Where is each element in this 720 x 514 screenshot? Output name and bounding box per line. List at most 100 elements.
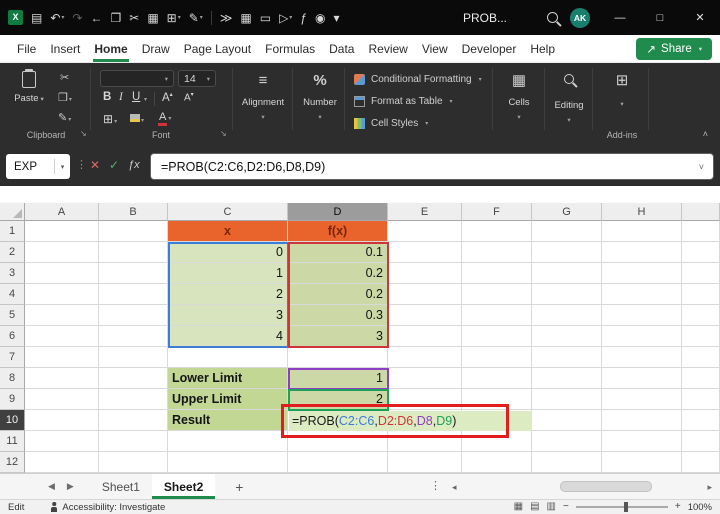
hscroll-left-icon[interactable]: ◂ <box>452 483 457 492</box>
font-name-select[interactable]: ▾ <box>100 70 174 87</box>
cell-H8[interactable] <box>602 368 682 389</box>
hscroll-thumb[interactable] <box>560 481 652 492</box>
row-header-4[interactable]: 4 <box>0 284 25 305</box>
tab-review[interactable]: Review <box>361 35 414 62</box>
zoom-in-button[interactable]: + <box>675 502 681 512</box>
tab-developer[interactable]: Developer <box>455 35 524 62</box>
tab-insert[interactable]: Insert <box>43 35 87 62</box>
cell-G11[interactable] <box>532 431 602 452</box>
cell-C6[interactable]: 4 <box>168 326 288 347</box>
cell-F2[interactable] <box>462 242 532 263</box>
cell-E1[interactable] <box>388 221 462 242</box>
increase-font-button[interactable]: A▴ <box>162 92 173 104</box>
cell-B8[interactable] <box>99 368 168 389</box>
tab-draw[interactable]: Draw <box>135 35 177 62</box>
borders-button[interactable]: ⊞▾ <box>103 113 117 125</box>
cut-button[interactable]: ✂ <box>60 73 69 84</box>
italic-button[interactable]: I <box>119 91 123 104</box>
search-icon[interactable] <box>547 12 558 23</box>
cell-H10[interactable] <box>602 410 682 431</box>
cell-D4[interactable]: 0.2 <box>288 284 388 305</box>
cell-B7[interactable] <box>99 347 168 368</box>
cell-A12[interactable] <box>25 452 99 473</box>
cell-G7[interactable] <box>532 347 602 368</box>
cell-A9[interactable] <box>25 389 99 410</box>
cell-C2[interactable]: 0 <box>168 242 288 263</box>
clipboard-dialog-launcher[interactable]: ↘ <box>80 129 87 138</box>
back-icon[interactable]: ← <box>90 12 102 24</box>
cell-H11[interactable] <box>602 431 682 452</box>
format-painter-button[interactable]: ✎▾ <box>58 113 71 124</box>
cell-B4[interactable] <box>99 284 168 305</box>
decrease-font-button[interactable]: A▾ <box>184 92 194 103</box>
cell-H5[interactable] <box>602 305 682 326</box>
cell-A11[interactable] <box>25 431 99 452</box>
cell-C4[interactable]: 2 <box>168 284 288 305</box>
cell-A6[interactable] <box>25 326 99 347</box>
cell-D5[interactable]: 0.3 <box>288 305 388 326</box>
cell-B10[interactable] <box>99 410 168 431</box>
font-dialog-launcher[interactable]: ↘ <box>220 129 227 138</box>
cell-E6[interactable] <box>388 326 462 347</box>
cell-B2[interactable] <box>99 242 168 263</box>
column-header-C[interactable]: C <box>168 203 288 221</box>
cell-I8[interactable] <box>682 368 720 389</box>
name-box-dropdown-icon[interactable]: ▾ <box>55 163 70 171</box>
cell-I3[interactable] <box>682 263 720 284</box>
copy-icon[interactable]: ❐ <box>110 12 121 24</box>
cell-I2[interactable] <box>682 242 720 263</box>
column-header-F[interactable]: F <box>462 203 532 221</box>
row-header-9[interactable]: 9 <box>0 389 25 410</box>
name-box-resize-handle[interactable]: ⋮ <box>76 160 87 171</box>
cell-G10[interactable] <box>532 410 602 431</box>
cell-D9[interactable]: 2 <box>288 389 388 410</box>
tab-data[interactable]: Data <box>322 35 361 62</box>
record-macro-icon[interactable]: ◉ <box>315 12 325 24</box>
column-header-G[interactable]: G <box>532 203 602 221</box>
cell-G12[interactable] <box>532 452 602 473</box>
cell-H2[interactable] <box>602 242 682 263</box>
share-button[interactable]: ↗ Share ▾ <box>636 37 712 60</box>
function-icon[interactable]: ƒ <box>300 12 307 24</box>
row-header-3[interactable]: 3 <box>0 263 25 284</box>
cell-H3[interactable] <box>602 263 682 284</box>
underline-button[interactable]: U <box>132 91 140 104</box>
cell-G1[interactable] <box>532 221 602 242</box>
column-header-H[interactable]: H <box>602 203 682 221</box>
row-header-1[interactable]: 1 <box>0 221 25 242</box>
cell-H6[interactable] <box>602 326 682 347</box>
undo-icon[interactable]: ↶ ▾ <box>50 12 64 24</box>
zoom-slider-thumb[interactable] <box>623 502 628 512</box>
table-icon[interactable]: ▦ <box>240 12 251 24</box>
tab-formulas[interactable]: Formulas <box>258 35 322 62</box>
insert-function-icon[interactable]: ƒx <box>128 160 140 171</box>
cell-F12[interactable] <box>462 452 532 473</box>
cell-I6[interactable] <box>682 326 720 347</box>
zoom-percentage[interactable]: 100% <box>688 502 712 513</box>
row-header-7[interactable]: 7 <box>0 347 25 368</box>
sheet-nav-right-icon[interactable]: ▶ <box>67 482 74 491</box>
cell-I12[interactable] <box>682 452 720 473</box>
name-box[interactable]: EXP ▾ <box>6 154 70 179</box>
save-icon[interactable]: ▤ <box>31 12 42 24</box>
cells-group-button[interactable]: ▦ Cells ▾ <box>496 71 542 121</box>
row-header-6[interactable]: 6 <box>0 326 25 347</box>
row-header-10[interactable]: 10 <box>0 410 25 431</box>
number-group-button[interactable]: % Number ▾ <box>296 71 344 121</box>
cell-I10[interactable] <box>682 410 720 431</box>
cell-A3[interactable] <box>25 263 99 284</box>
expand-formula-bar-icon[interactable]: ˅ <box>699 162 704 172</box>
conditional-formatting-button[interactable]: Conditional Formatting ▾ <box>354 71 482 87</box>
cell-C11[interactable] <box>168 431 288 452</box>
tab-page-layout[interactable]: Page Layout <box>177 35 258 62</box>
bold-button[interactable]: B <box>103 91 111 104</box>
cell-E4[interactable] <box>388 284 462 305</box>
tab-bar-menu-icon[interactable]: ⋮ <box>430 481 441 492</box>
cell-F11[interactable] <box>462 431 532 452</box>
cell-B5[interactable] <box>99 305 168 326</box>
cell-C7[interactable] <box>168 347 288 368</box>
cell-A1[interactable] <box>25 221 99 242</box>
cell-D12[interactable] <box>288 452 388 473</box>
column-header-B[interactable]: B <box>99 203 168 221</box>
cell-D8[interactable]: 1 <box>288 368 388 389</box>
